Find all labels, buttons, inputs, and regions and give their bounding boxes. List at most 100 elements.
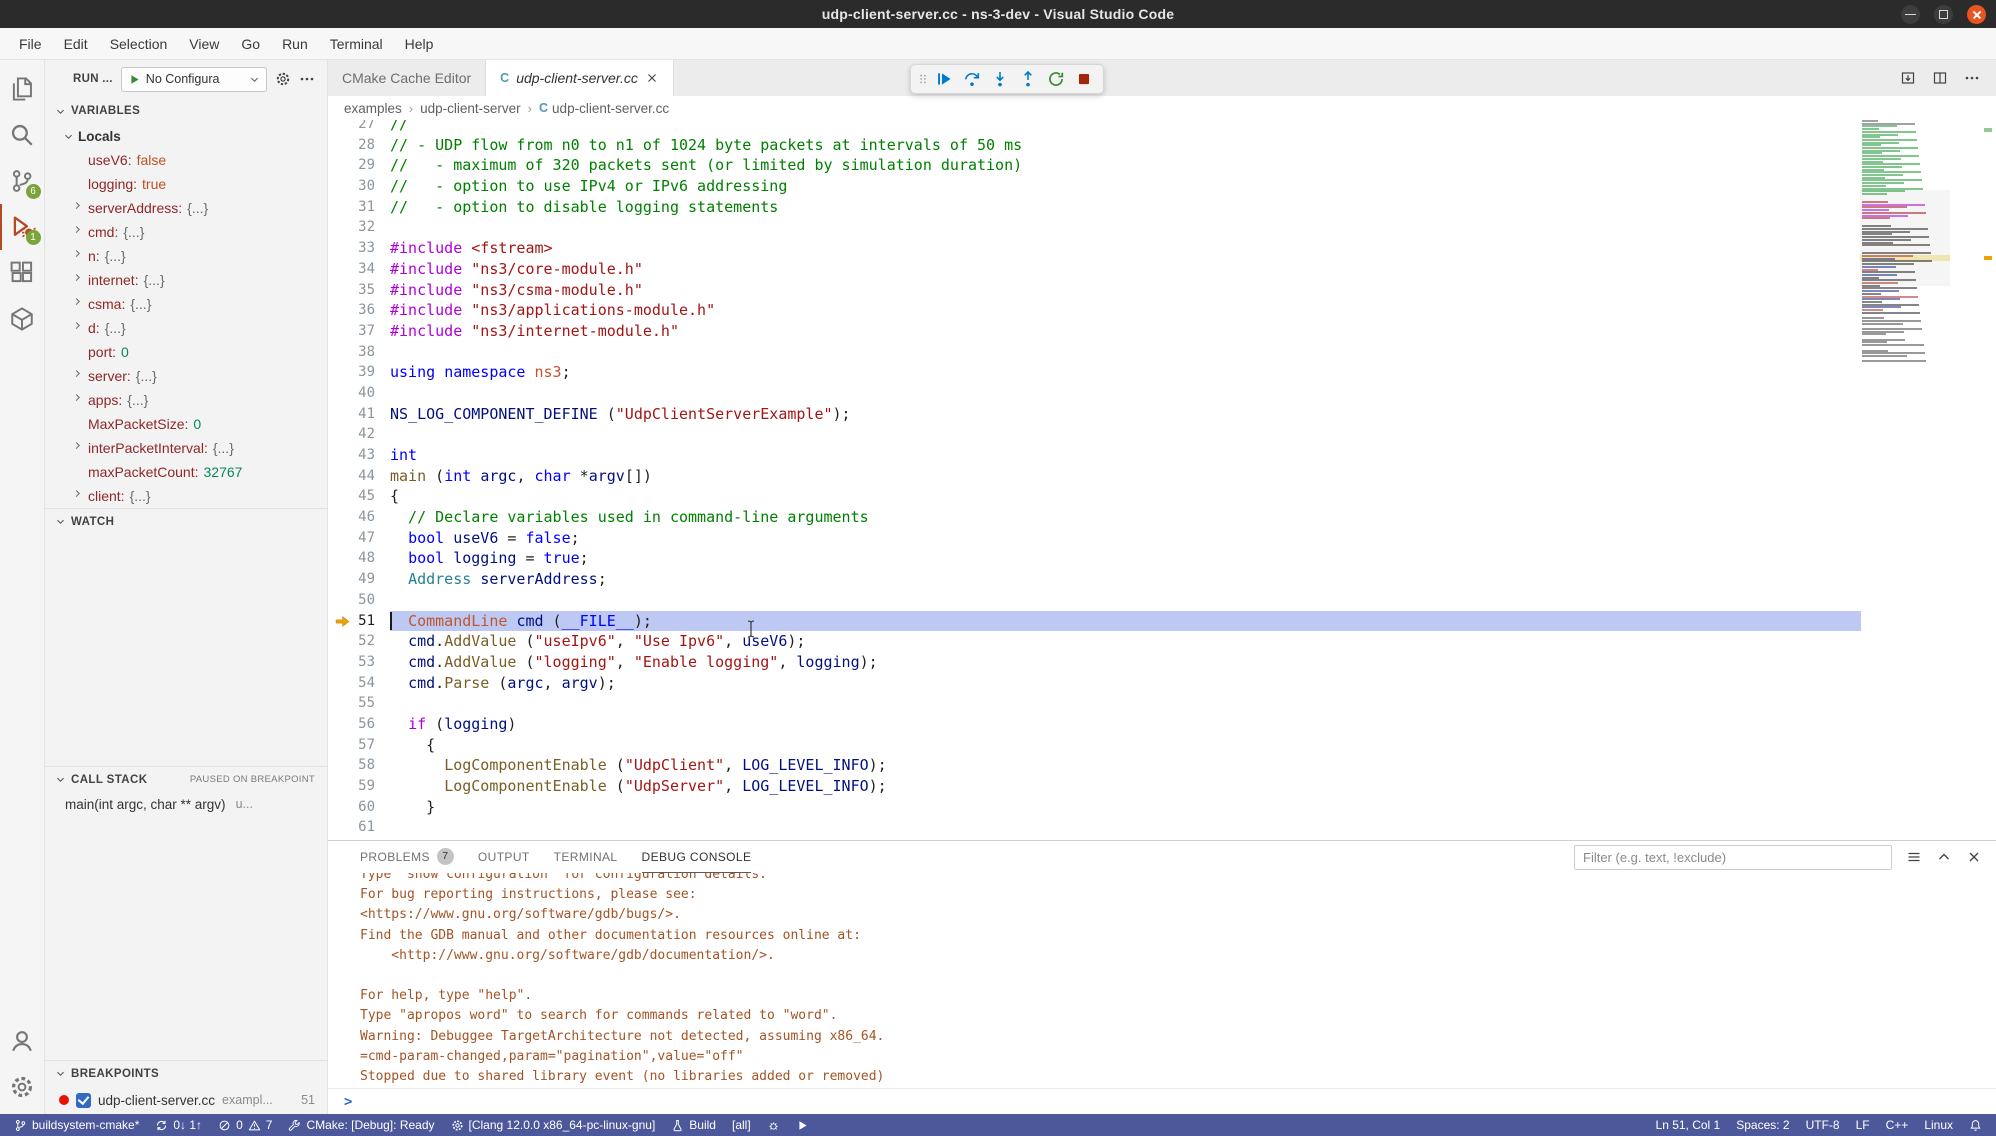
gutter[interactable]: 56 bbox=[328, 714, 390, 735]
breadcrumb-item-udp-client-server[interactable]: udp-client-server bbox=[420, 101, 521, 116]
variable-row-interPacketInterval[interactable]: interPacketInterval:{...} bbox=[45, 436, 327, 460]
run-and-debug-icon[interactable]: 1 bbox=[0, 204, 45, 250]
gutter[interactable]: 54 bbox=[328, 673, 390, 694]
glyph-margin[interactable] bbox=[328, 135, 356, 156]
code-line-47[interactable]: 47 bool useV6 = false; bbox=[328, 528, 1996, 549]
code-line-58[interactable]: 58 LogComponentEnable ("UdpClient", LOG_… bbox=[328, 755, 1996, 776]
glyph-margin[interactable] bbox=[328, 528, 356, 549]
glyph-margin[interactable] bbox=[328, 321, 356, 342]
gutter[interactable]: 49 bbox=[328, 569, 390, 590]
gutter[interactable]: 39 bbox=[328, 362, 390, 383]
breadcrumb-item-udp-client-server-cc[interactable]: Cudp-client-server.cc bbox=[539, 101, 669, 116]
open-changes-icon[interactable] bbox=[1900, 70, 1916, 86]
code-text[interactable]: cmd.AddValue ("useIpv6", "Use Ipv6", use… bbox=[390, 631, 805, 652]
code-line-30[interactable]: 30// - option to use IPv4 or IPv6 addres… bbox=[328, 176, 1996, 197]
code-line-36[interactable]: 36#include "ns3/applications-module.h" bbox=[328, 300, 1996, 321]
gutter[interactable]: 31 bbox=[328, 197, 390, 218]
code-text[interactable]: using namespace ns3; bbox=[390, 362, 571, 383]
gutter[interactable]: 57 bbox=[328, 735, 390, 756]
status-item-linux[interactable]: Linux bbox=[1916, 1114, 1961, 1136]
minimap[interactable] bbox=[1860, 120, 1950, 382]
variable-row-MaxPacketSize[interactable]: MaxPacketSize:0 bbox=[45, 412, 327, 436]
code-text[interactable]: { bbox=[390, 735, 435, 756]
status-item-c++[interactable]: C++ bbox=[1878, 1114, 1917, 1136]
glyph-margin[interactable] bbox=[328, 797, 356, 818]
editor-tab-cmake-cache-editor[interactable]: CMake Cache Editor bbox=[328, 60, 486, 96]
status-item-bell[interactable] bbox=[1961, 1114, 1990, 1136]
step-into-button[interactable] bbox=[987, 66, 1013, 92]
status-item-0[interactable]: 07 bbox=[210, 1114, 280, 1136]
breadcrumb-item-examples[interactable]: examples bbox=[344, 101, 402, 116]
step-over-button[interactable] bbox=[959, 66, 985, 92]
gutter[interactable]: 42 bbox=[328, 424, 390, 445]
breakpoint-enabled-checkbox[interactable] bbox=[76, 1093, 91, 1108]
gutter[interactable]: 27 bbox=[328, 120, 390, 135]
gutter[interactable]: 50 bbox=[328, 590, 390, 611]
maximize-panel-icon[interactable] bbox=[1936, 849, 1952, 865]
code-line-32[interactable]: 32 bbox=[328, 217, 1996, 238]
code-text[interactable]: // - option to use IPv4 or IPv6 addressi… bbox=[390, 176, 787, 197]
gutter[interactable]: 40 bbox=[328, 383, 390, 404]
status-item-all[interactable]: [all] bbox=[724, 1114, 759, 1136]
explorer-icon[interactable] bbox=[0, 66, 45, 112]
glyph-margin[interactable] bbox=[328, 197, 356, 218]
code-text[interactable]: NS_LOG_COMPONENT_DEFINE ("UdpClientServe… bbox=[390, 404, 851, 425]
gutter[interactable]: 33 bbox=[328, 238, 390, 259]
glyph-margin[interactable] bbox=[328, 120, 356, 135]
code-line-35[interactable]: 35#include "ns3/csma-module.h" bbox=[328, 280, 1996, 301]
debug-current-line-arrow-icon[interactable] bbox=[328, 611, 356, 632]
panel-tab-output[interactable]: OUTPUT bbox=[478, 841, 530, 873]
split-editor-icon[interactable] bbox=[1932, 70, 1948, 86]
gutter[interactable]: 51 bbox=[328, 611, 390, 632]
code-text[interactable]: // - option to disable logging statement… bbox=[390, 197, 778, 218]
code-line-41[interactable]: 41NS_LOG_COMPONENT_DEFINE ("UdpClientSer… bbox=[328, 404, 1996, 425]
gutter[interactable]: 45 bbox=[328, 486, 390, 507]
code-editor[interactable]: 27//28// - UDP flow from n0 to n1 of 102… bbox=[328, 120, 1996, 840]
glyph-margin[interactable] bbox=[328, 259, 356, 280]
variable-row-server[interactable]: server:{...} bbox=[45, 364, 327, 388]
gutter[interactable]: 47 bbox=[328, 528, 390, 549]
gutter[interactable]: 30 bbox=[328, 176, 390, 197]
code-text[interactable]: Address serverAddress; bbox=[390, 569, 607, 590]
glyph-margin[interactable] bbox=[328, 735, 356, 756]
gutter[interactable]: 29 bbox=[328, 155, 390, 176]
code-text[interactable]: int bbox=[390, 445, 417, 466]
variable-row-maxPacketCount[interactable]: maxPacketCount:32767 bbox=[45, 460, 327, 484]
variable-row-useV6[interactable]: useV6:false bbox=[45, 148, 327, 172]
glyph-margin[interactable] bbox=[328, 217, 356, 238]
status-item-utf-8[interactable]: UTF-8 bbox=[1798, 1114, 1848, 1136]
variable-row-port[interactable]: port:0 bbox=[45, 340, 327, 364]
code-text[interactable]: main (int argc, char *argv[]) bbox=[390, 466, 652, 487]
variables-section-header[interactable]: VARIABLES bbox=[45, 98, 327, 124]
gutter[interactable]: 28 bbox=[328, 135, 390, 156]
stop-button[interactable] bbox=[1071, 66, 1097, 92]
stack-frame-row[interactable]: main(int argc, char ** argv) u... bbox=[45, 792, 327, 816]
variable-row-cmd[interactable]: cmd:{...} bbox=[45, 220, 327, 244]
glyph-margin[interactable] bbox=[328, 590, 356, 611]
menu-selection[interactable]: Selection bbox=[99, 31, 179, 57]
glyph-margin[interactable] bbox=[328, 631, 356, 652]
menu-run[interactable]: Run bbox=[271, 31, 319, 57]
code-line-46[interactable]: 46 // Declare variables used in command-… bbox=[328, 507, 1996, 528]
menu-edit[interactable]: Edit bbox=[53, 31, 99, 57]
close-tab-icon[interactable] bbox=[645, 71, 659, 85]
status-item-ln-51-col-1[interactable]: Ln 51, Col 1 bbox=[1648, 1114, 1729, 1136]
gutter[interactable]: 37 bbox=[328, 321, 390, 342]
gutter[interactable]: 35 bbox=[328, 280, 390, 301]
variable-row-n[interactable]: n:{...} bbox=[45, 244, 327, 268]
call-stack-section-header[interactable]: CALL STACK PAUSED ON BREAKPOINT bbox=[45, 766, 327, 792]
gutter[interactable]: 34 bbox=[328, 259, 390, 280]
panel-tab-debug-console[interactable]: DEBUG CONSOLE bbox=[642, 841, 752, 873]
console-filter-input[interactable] bbox=[1574, 845, 1892, 870]
menu-terminal[interactable]: Terminal bbox=[319, 31, 394, 57]
step-out-button[interactable] bbox=[1015, 66, 1041, 92]
code-line-61[interactable]: 61 bbox=[328, 817, 1996, 838]
code-line-52[interactable]: 52 cmd.AddValue ("useIpv6", "Use Ipv6", … bbox=[328, 631, 1996, 652]
gutter[interactable]: 41 bbox=[328, 404, 390, 425]
gutter[interactable]: 60 bbox=[328, 797, 390, 818]
gutter[interactable]: 53 bbox=[328, 652, 390, 673]
glyph-margin[interactable] bbox=[328, 817, 356, 838]
glyph-margin[interactable] bbox=[328, 693, 356, 714]
glyph-margin[interactable] bbox=[328, 548, 356, 569]
variable-row-d[interactable]: d:{...} bbox=[45, 316, 327, 340]
